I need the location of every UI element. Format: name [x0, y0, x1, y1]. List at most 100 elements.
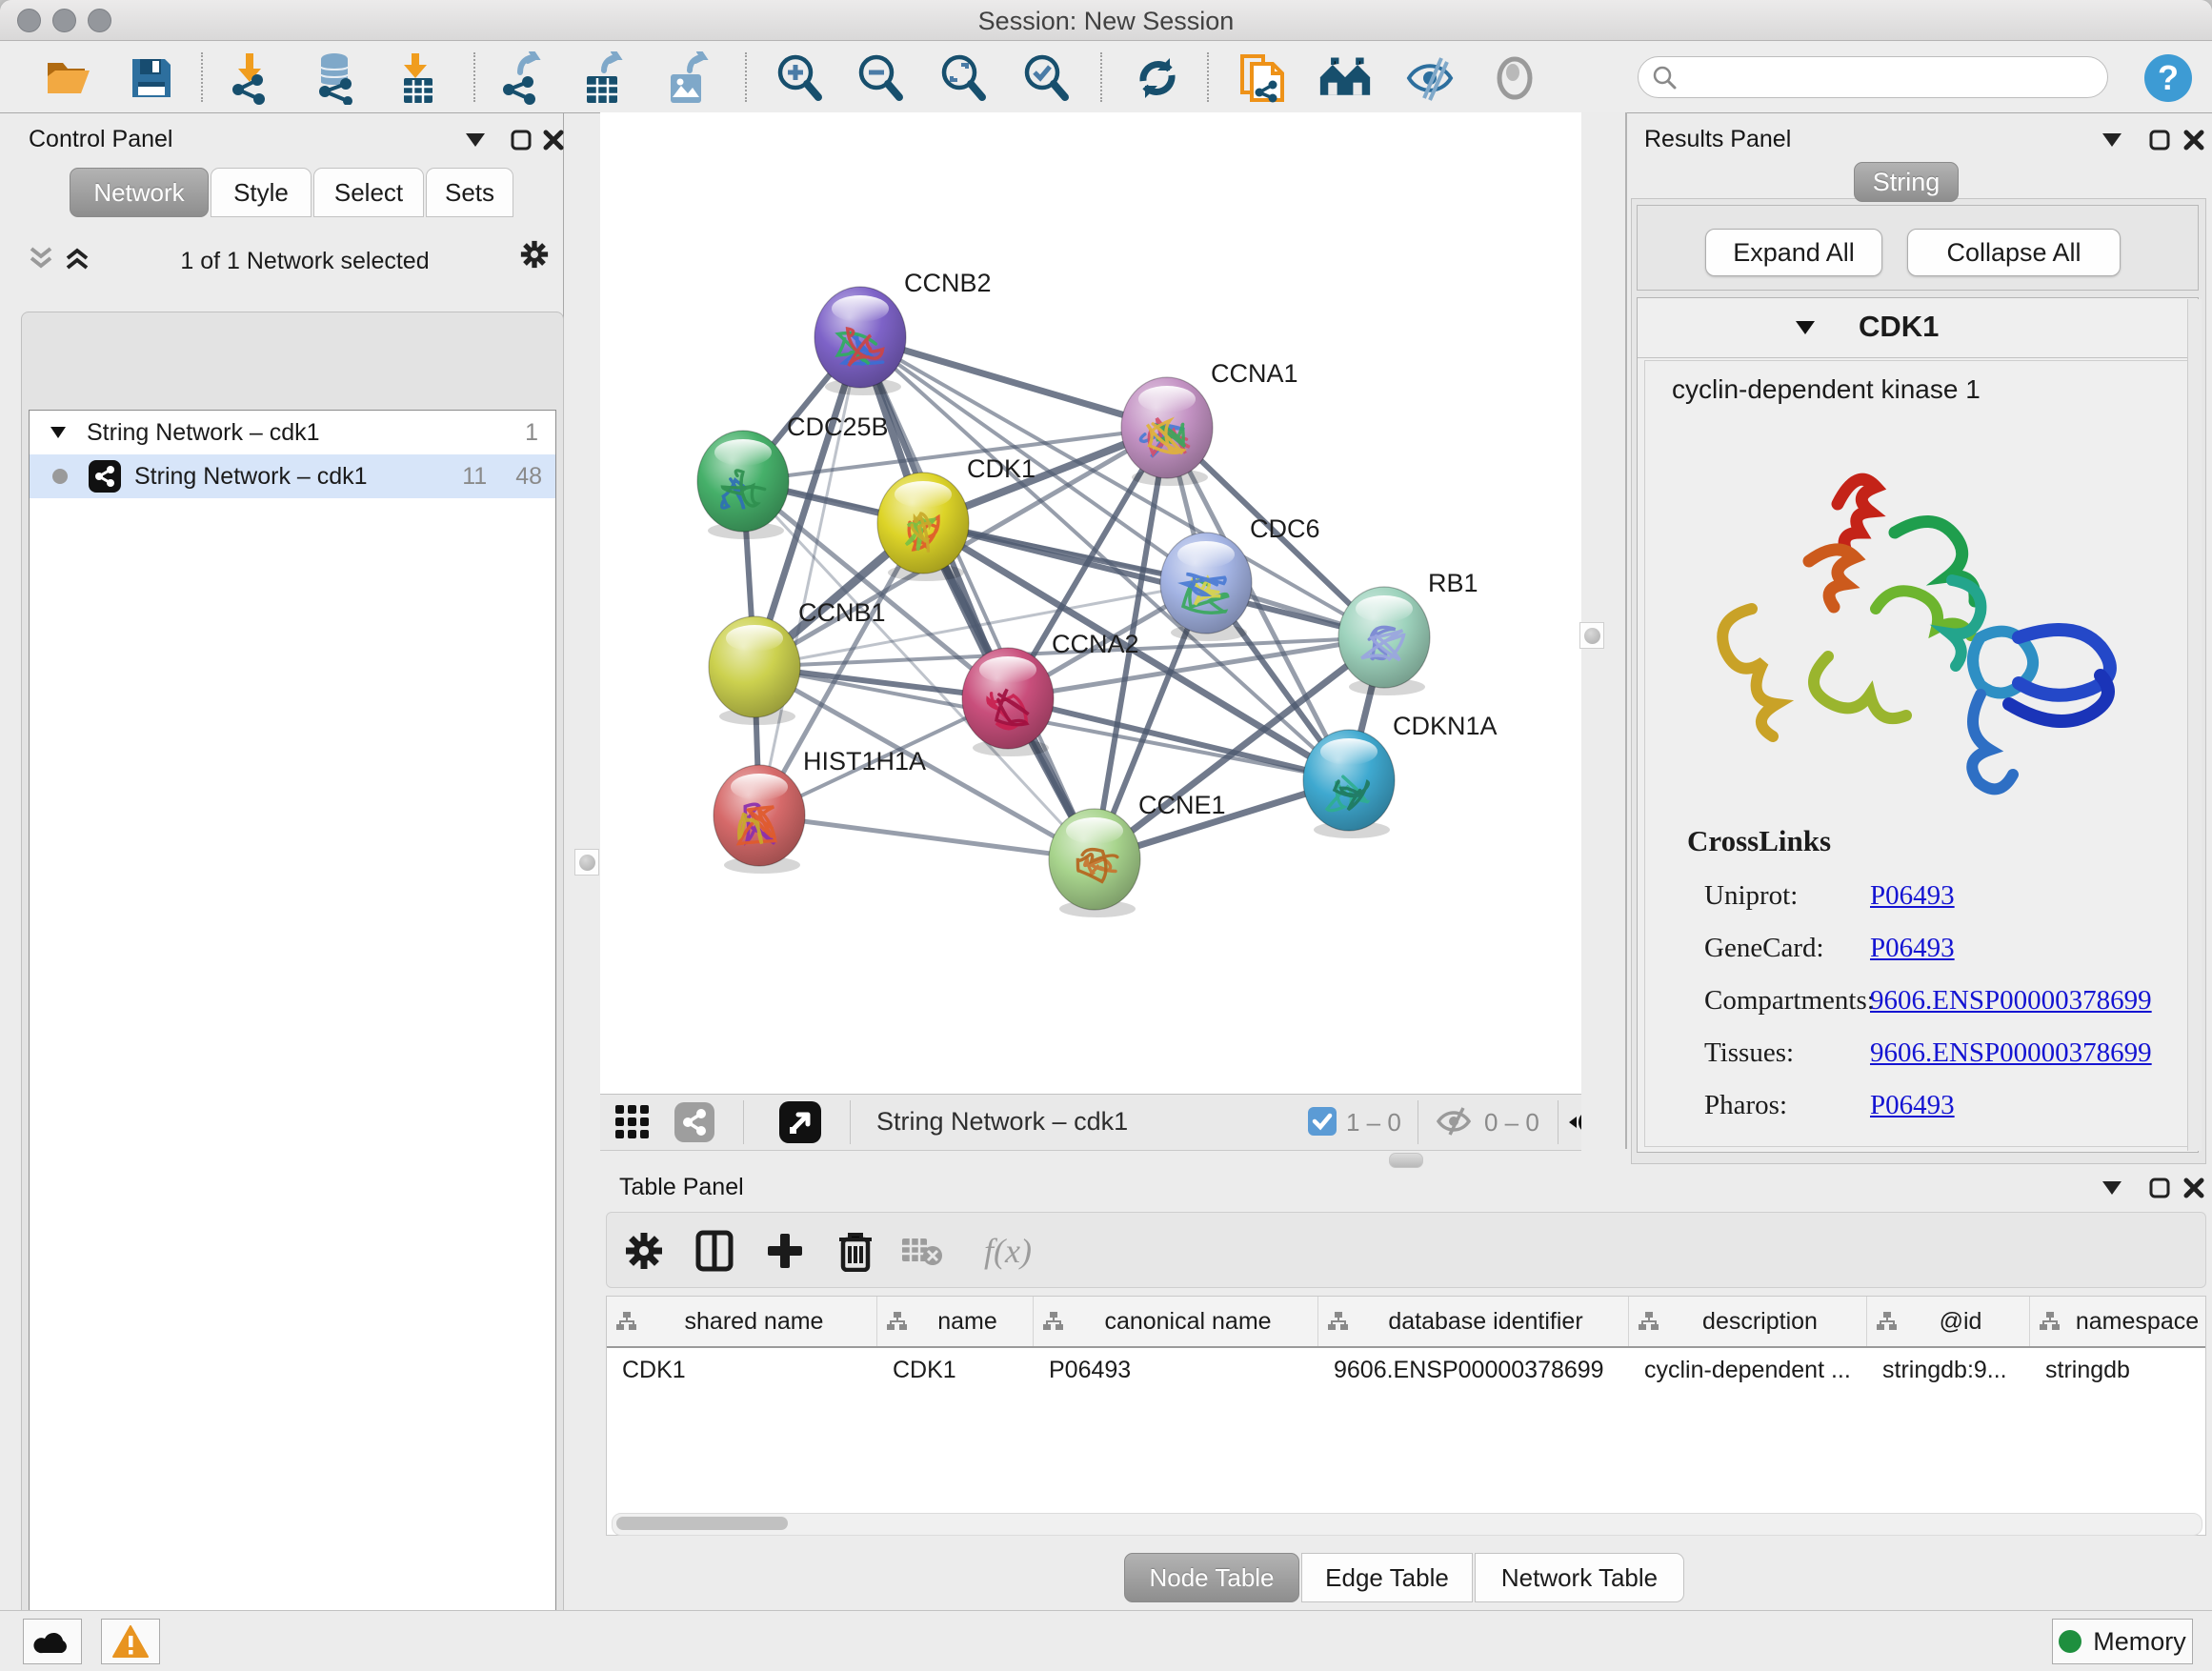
network-node-HIST1H1A[interactable]: HIST1H1A — [714, 747, 926, 874]
network-edge-HIST1H1A-CCNE1[interactable] — [759, 815, 1095, 859]
column-header-canonical-name[interactable]: canonical name — [1034, 1297, 1318, 1346]
cloud-status-button[interactable] — [23, 1619, 82, 1664]
zoom-fit-button[interactable] — [936, 51, 990, 105]
import-table-file-button[interactable] — [391, 51, 444, 105]
control-panel-close-icon[interactable] — [539, 128, 568, 152]
hide-panel-button[interactable] — [1488, 51, 1541, 105]
column-header--id[interactable]: @id — [1867, 1297, 2030, 1346]
table-cell[interactable]: cyclin-dependent ... — [1629, 1346, 1867, 1394]
network-node-CCNE1[interactable]: CCNE1 — [1049, 791, 1226, 917]
table-settings-gear-icon[interactable] — [621, 1228, 667, 1274]
zoom-out-button[interactable] — [854, 51, 907, 105]
clone-network-button[interactable] — [1236, 51, 1289, 105]
export-table-button[interactable] — [577, 51, 631, 105]
delete-table-icon[interactable] — [899, 1228, 945, 1274]
column-header-shared-name[interactable]: shared name — [607, 1297, 877, 1346]
table-cell[interactable]: stringdb — [2030, 1346, 2206, 1394]
genecard-link[interactable]: P06493 — [1870, 933, 1955, 963]
network-status-dot — [52, 469, 68, 484]
help-button[interactable]: ? — [2142, 51, 2195, 105]
zoom-selected-button[interactable] — [1019, 51, 1073, 105]
left-splitter-handle[interactable] — [574, 849, 599, 876]
refresh-view-button[interactable] — [1131, 51, 1184, 105]
crosslink-label: Uniprot: — [1704, 870, 1875, 922]
memory-button[interactable]: Memory — [2052, 1619, 2193, 1664]
network-edge-CCNB2-CCNE1[interactable] — [860, 337, 1095, 859]
table-cell[interactable]: 9606.ENSP00000378699 — [1318, 1346, 1629, 1394]
export-network-icon — [497, 51, 547, 105]
zoom-in-button[interactable] — [773, 51, 826, 105]
column-header-name[interactable]: name — [877, 1297, 1034, 1346]
network-options-gear-icon[interactable] — [520, 242, 549, 267]
birdseye-view-icon[interactable] — [779, 1101, 821, 1148]
gene-card-header[interactable]: CDK1 — [1638, 298, 2198, 358]
tab-network-table[interactable]: Network Table — [1475, 1553, 1684, 1602]
tab-edge-table[interactable]: Edge Table — [1301, 1553, 1473, 1602]
control-panel-float-icon[interactable] — [507, 128, 535, 152]
network-row-selected[interactable]: String Network – cdk1 11 48 — [30, 454, 555, 498]
network-node-RB1[interactable]: RB1 — [1338, 569, 1478, 695]
table-cell[interactable]: stringdb:9... — [1867, 1346, 2030, 1394]
table-cell[interactable]: P06493 — [1034, 1346, 1318, 1394]
pharos-link[interactable]: P06493 — [1870, 1090, 1955, 1120]
add-column-icon[interactable] — [762, 1228, 808, 1274]
import-network-file-button[interactable] — [223, 51, 276, 105]
column-header-description[interactable]: description — [1629, 1297, 1867, 1346]
expand-all-networks-icon[interactable] — [63, 246, 91, 271]
table-cell[interactable]: CDK1 — [877, 1346, 1034, 1394]
save-session-button[interactable] — [125, 51, 178, 105]
control-panel-collapse-icon[interactable] — [461, 128, 490, 152]
show-hide-labels-button[interactable] — [1403, 51, 1457, 105]
tab-style[interactable]: Style — [211, 168, 312, 217]
compartments-link[interactable]: 9606.ENSP00000378699 — [1870, 985, 2152, 1016]
tab-sets[interactable]: Sets — [426, 168, 513, 217]
network-selection-status: 1 of 1 Network selected — [114, 248, 495, 275]
column-header-database-identifier[interactable]: database identifier — [1318, 1297, 1629, 1346]
tab-node-table[interactable]: Node Table — [1124, 1553, 1299, 1602]
tab-network[interactable]: Network — [70, 168, 209, 217]
delete-column-trash-icon[interactable] — [833, 1228, 878, 1274]
results-panel-collapse-icon[interactable] — [2098, 128, 2126, 152]
right-splitter-handle[interactable] — [1579, 622, 1604, 649]
warnings-button[interactable] — [101, 1619, 160, 1664]
string-home-button[interactable] — [1318, 51, 1372, 105]
show-columns-icon[interactable] — [692, 1228, 737, 1274]
export-image-button[interactable] — [661, 51, 714, 105]
search-input[interactable] — [1677, 63, 2081, 91]
table-panel-collapse-icon[interactable] — [2098, 1176, 2126, 1200]
network-edge-CCNB2-HIST1H1A[interactable] — [759, 337, 860, 815]
network-canvas[interactable]: CCNB2CCNA1CDC25BCDK1CDC6RB1CCNB1CCNA2CDK… — [600, 112, 1581, 1094]
table-horizontal-scrollbar[interactable] — [612, 1513, 2202, 1536]
results-panel-float-icon[interactable] — [2145, 128, 2174, 152]
help-question-icon: ? — [2142, 52, 2194, 104]
table-panel-close-icon[interactable] — [2180, 1176, 2208, 1200]
collapse-all-networks-icon[interactable] — [27, 246, 55, 271]
tab-string-results[interactable]: String — [1854, 162, 1959, 202]
search-box[interactable] — [1638, 56, 2108, 98]
grid-view-icon[interactable] — [615, 1105, 650, 1144]
results-scrollbar[interactable] — [2187, 299, 2202, 1151]
network-view-share-icon[interactable] — [674, 1102, 714, 1147]
tissues-link[interactable]: 9606.ENSP00000378699 — [1870, 1037, 2152, 1068]
table-cell[interactable]: CDK1 — [607, 1346, 877, 1394]
export-network-button[interactable] — [495, 51, 549, 105]
selected-checkbox-icon[interactable] — [1308, 1107, 1337, 1140]
collapse-all-button[interactable]: Collapse All — [1907, 229, 2121, 276]
scrollbar-thumb[interactable] — [616, 1517, 788, 1530]
table-panel-float-icon[interactable] — [2145, 1176, 2174, 1200]
expand-all-button[interactable]: Expand All — [1705, 229, 1882, 276]
network-edge-CCNB2-CCNA1[interactable] — [860, 337, 1167, 428]
tab-select[interactable]: Select — [313, 168, 424, 217]
column-header-namespace[interactable]: namespace — [2030, 1297, 2206, 1346]
network-node-CDC6[interactable]: CDC6 — [1160, 514, 1320, 641]
network-node-CDKN1A[interactable]: CDKN1A — [1303, 712, 1498, 838]
gene-card-collapse-icon[interactable] — [1796, 321, 1815, 334]
results-panel-close-icon[interactable] — [2180, 128, 2208, 152]
function-builder-icon[interactable]: f(x) — [970, 1228, 1046, 1274]
uniprot-link[interactable]: P06493 — [1870, 880, 1955, 911]
import-network-database-button[interactable] — [309, 51, 362, 105]
tree-expand-icon[interactable] — [50, 427, 66, 438]
network-collection-row[interactable]: String Network – cdk1 1 — [30, 411, 555, 454]
table-panel-title: Table Panel — [619, 1174, 744, 1201]
open-session-button[interactable] — [42, 51, 95, 105]
